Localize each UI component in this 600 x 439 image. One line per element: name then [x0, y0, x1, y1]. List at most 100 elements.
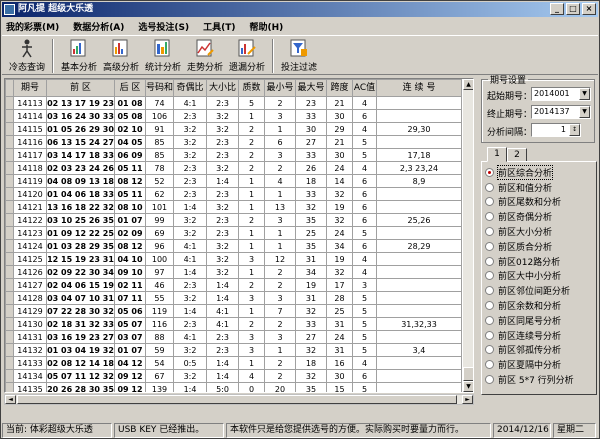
tab-1[interactable]: 1 — [487, 147, 507, 162]
scroll-down-arrow-icon[interactable]: ▼ — [463, 381, 473, 392]
radio-button-icon[interactable] — [485, 197, 494, 207]
analysis-option-radio[interactable]: 前区邻位间距分析 — [485, 283, 595, 298]
interval-spinner[interactable]: 1 ↕ — [531, 123, 581, 137]
table-row[interactable]: 14118 02 03 23 24 26 05 11 78 2:3 3:2 2 2 26 24 4 2… — [5, 161, 462, 175]
analysis-option-radio[interactable]: 前区邻孤传分析 — [485, 343, 595, 358]
analysis-option-radio[interactable]: 前区 5*7 行列分析 — [485, 372, 595, 387]
table-row[interactable]: 14119 04 08 09 13 18 08 12 52 2:3 1:4 1 4 18 14 6 8… — [5, 174, 462, 188]
toolbar-basic-analysis-button[interactable]: 基本分析 — [58, 36, 100, 74]
vertical-scrollbar[interactable]: ▲ ▼ — [463, 79, 473, 392]
analysis-option-radio[interactable]: 前区同尾号分析 — [485, 313, 595, 328]
row-indicator[interactable] — [5, 356, 14, 370]
row-indicator[interactable] — [5, 213, 14, 227]
start-period-combo[interactable]: 2014001 ▼ — [531, 87, 591, 101]
row-indicator[interactable] — [5, 317, 14, 331]
row-indicator[interactable] — [5, 304, 14, 318]
table-row[interactable]: 14135 20 26 28 30 35 09 12 139 1:4 5:0 0 20 35 15… — [5, 382, 462, 392]
row-indicator[interactable] — [5, 200, 14, 214]
col-header-sum[interactable]: 号码和 — [145, 79, 174, 97]
analysis-option-radio[interactable]: 前区连续号分析 — [485, 328, 595, 343]
col-header-back-zone[interactable]: 后 区 — [114, 79, 146, 97]
table-row[interactable]: 14131 03 16 19 23 27 03 07 88 4:1 2:3 3 3 27 24 5 — [5, 330, 462, 344]
col-header-min[interactable]: 最小号 — [264, 79, 296, 97]
row-indicator[interactable] — [5, 291, 14, 305]
scroll-right-arrow-icon[interactable]: ► — [462, 395, 473, 404]
horizontal-scrollbar[interactable]: ◄ ► — [4, 394, 474, 405]
row-indicator[interactable] — [5, 226, 14, 240]
menu-data-analysis[interactable]: 数据分析(A) — [73, 20, 124, 33]
table-row[interactable]: 14126 02 09 22 30 34 09 10 97 1:4 3:2 1 2 34 32 4 — [5, 265, 462, 279]
menu-tools[interactable]: 工具(T) — [203, 20, 235, 33]
radio-button-icon[interactable] — [485, 375, 494, 385]
analysis-option-radio[interactable]: 前区奇偶分析 — [485, 209, 595, 224]
table-row[interactable]: 14114 03 16 24 30 33 05 08 106 2:3 3:2 1 3 33 30 6 — [5, 109, 462, 123]
radio-button-icon[interactable] — [485, 227, 494, 237]
radio-button-icon[interactable] — [485, 330, 494, 340]
scroll-thumb[interactable] — [463, 367, 473, 381]
analysis-option-radio[interactable]: 前区012路分析 — [485, 254, 595, 269]
analysis-option-radio[interactable]: 前区余数和分析 — [485, 298, 595, 313]
analysis-option-radio[interactable]: 前区尾数和分析 — [485, 195, 595, 210]
toolbar-cold-query-button[interactable]: 冷态查询 — [6, 36, 48, 74]
col-header-period[interactable]: 期号 — [13, 79, 47, 97]
table-row[interactable]: 14115 01 05 26 29 30 02 10 91 3:2 3:2 2 1 30 29 4 2… — [5, 122, 462, 136]
analysis-option-radio[interactable]: 前区和值分析 — [485, 180, 595, 195]
row-indicator[interactable] — [5, 161, 14, 175]
col-header-span[interactable]: 跨度 — [326, 79, 353, 97]
table-row[interactable]: 14122 03 10 25 26 35 01 07 99 3:2 2:3 2 3 35 32 6 2… — [5, 213, 462, 227]
radio-button-icon[interactable] — [485, 167, 494, 177]
table-row[interactable]: 14113 02 13 17 19 23 01 08 74 4:1 2:3 5 2 23 21 4 — [5, 96, 462, 110]
toolbar-statistics-button[interactable]: 统计分析 — [142, 36, 184, 74]
row-indicator[interactable] — [5, 369, 14, 383]
row-indicator[interactable] — [5, 239, 14, 253]
analysis-option-radio[interactable]: 前区大小分析 — [485, 224, 595, 239]
row-indicator[interactable] — [5, 109, 14, 123]
row-indicator[interactable] — [5, 265, 14, 279]
table-row[interactable]: 14130 02 18 31 32 33 05 07 116 2:3 4:1 2 2 33 31 5… — [5, 317, 462, 331]
row-indicator[interactable] — [5, 187, 14, 201]
table-row[interactable]: 14123 01 09 12 22 25 02 09 69 3:2 2:3 1 1 25 24 5 — [5, 226, 462, 240]
end-period-combo[interactable]: 2014137 ▼ — [531, 105, 591, 119]
table-row[interactable]: 14124 01 03 28 29 35 08 12 96 4:1 3:2 1 1 35 34 6 2… — [5, 239, 462, 253]
col-header-prime[interactable]: 质数 — [238, 79, 265, 97]
table-row[interactable]: 14125 12 15 19 23 31 04 10 100 4:1 3:2 3 12 31 19… — [5, 252, 462, 266]
table-row[interactable]: 14134 05 07 11 12 32 09 12 67 3:2 1:4 4 2 32 30 6 — [5, 369, 462, 383]
table-row[interactable]: 14129 07 22 28 30 32 05 06 119 1:4 4:1 1 7 32 25 5 — [5, 304, 462, 318]
chevron-down-icon[interactable]: ▼ — [579, 88, 590, 100]
close-button[interactable]: × — [582, 3, 596, 15]
analysis-option-radio[interactable]: 前区综合分析 — [485, 164, 595, 180]
table-row[interactable]: 14116 06 13 15 24 27 04 05 85 3:2 2:3 2 6 27 21 5 — [5, 135, 462, 149]
row-indicator[interactable] — [5, 252, 14, 266]
radio-button-icon[interactable] — [485, 345, 494, 355]
radio-button-icon[interactable] — [485, 301, 494, 311]
table-row[interactable]: 14120 01 04 06 18 33 05 11 62 2:3 2:3 1 1 33 32 6 — [5, 187, 462, 201]
table-row[interactable]: 14132 01 03 04 19 32 01 07 59 3:2 2:3 3 1 32 31 5 3… — [5, 343, 462, 357]
table-row[interactable]: 14117 03 14 17 18 33 06 09 85 3:2 2:3 2 3 33 30 5 1… — [5, 148, 462, 162]
menu-help[interactable]: 帮助(H) — [249, 20, 283, 33]
horizontal-scroll-thumb[interactable] — [17, 395, 457, 404]
toolbar-advanced-analysis-button[interactable]: 高级分析 — [100, 36, 142, 74]
col-header-big-small[interactable]: 大小比 — [206, 79, 239, 97]
radio-button-icon[interactable] — [485, 360, 494, 370]
toolbar-omission-button[interactable]: 遗漏分析 — [226, 36, 268, 74]
col-header-front-zone[interactable]: 前 区 — [46, 79, 115, 97]
row-indicator[interactable] — [5, 382, 14, 392]
row-indicator[interactable] — [5, 343, 14, 357]
analysis-option-radio[interactable]: 前区质合分析 — [485, 239, 595, 254]
toolbar-trend-button[interactable]: 走势分析 — [184, 36, 226, 74]
table-row[interactable]: 14128 03 04 07 10 31 07 11 55 3:2 1:4 3 3 31 28 5 — [5, 291, 462, 305]
row-indicator[interactable] — [5, 135, 14, 149]
col-header-odd-even[interactable]: 奇偶比 — [173, 79, 207, 97]
radio-button-icon[interactable] — [485, 182, 494, 192]
row-indicator[interactable] — [5, 330, 14, 344]
spinner-arrows-icon[interactable]: ↕ — [569, 124, 580, 136]
radio-button-icon[interactable] — [485, 241, 494, 251]
col-header-ac[interactable]: AC值 — [352, 79, 377, 97]
col-header-max[interactable]: 最大号 — [295, 79, 327, 97]
toolbar-filter-button[interactable]: 投注过滤 — [278, 36, 320, 74]
table-row[interactable]: 14133 02 08 12 14 18 04 12 54 0:5 1:4 1 2 18 16 4 — [5, 356, 462, 370]
row-indicator[interactable] — [5, 278, 14, 292]
row-indicator[interactable] — [5, 174, 14, 188]
col-header-consecutive[interactable]: 连 续 号 — [376, 79, 462, 97]
radio-button-icon[interactable] — [485, 271, 494, 281]
